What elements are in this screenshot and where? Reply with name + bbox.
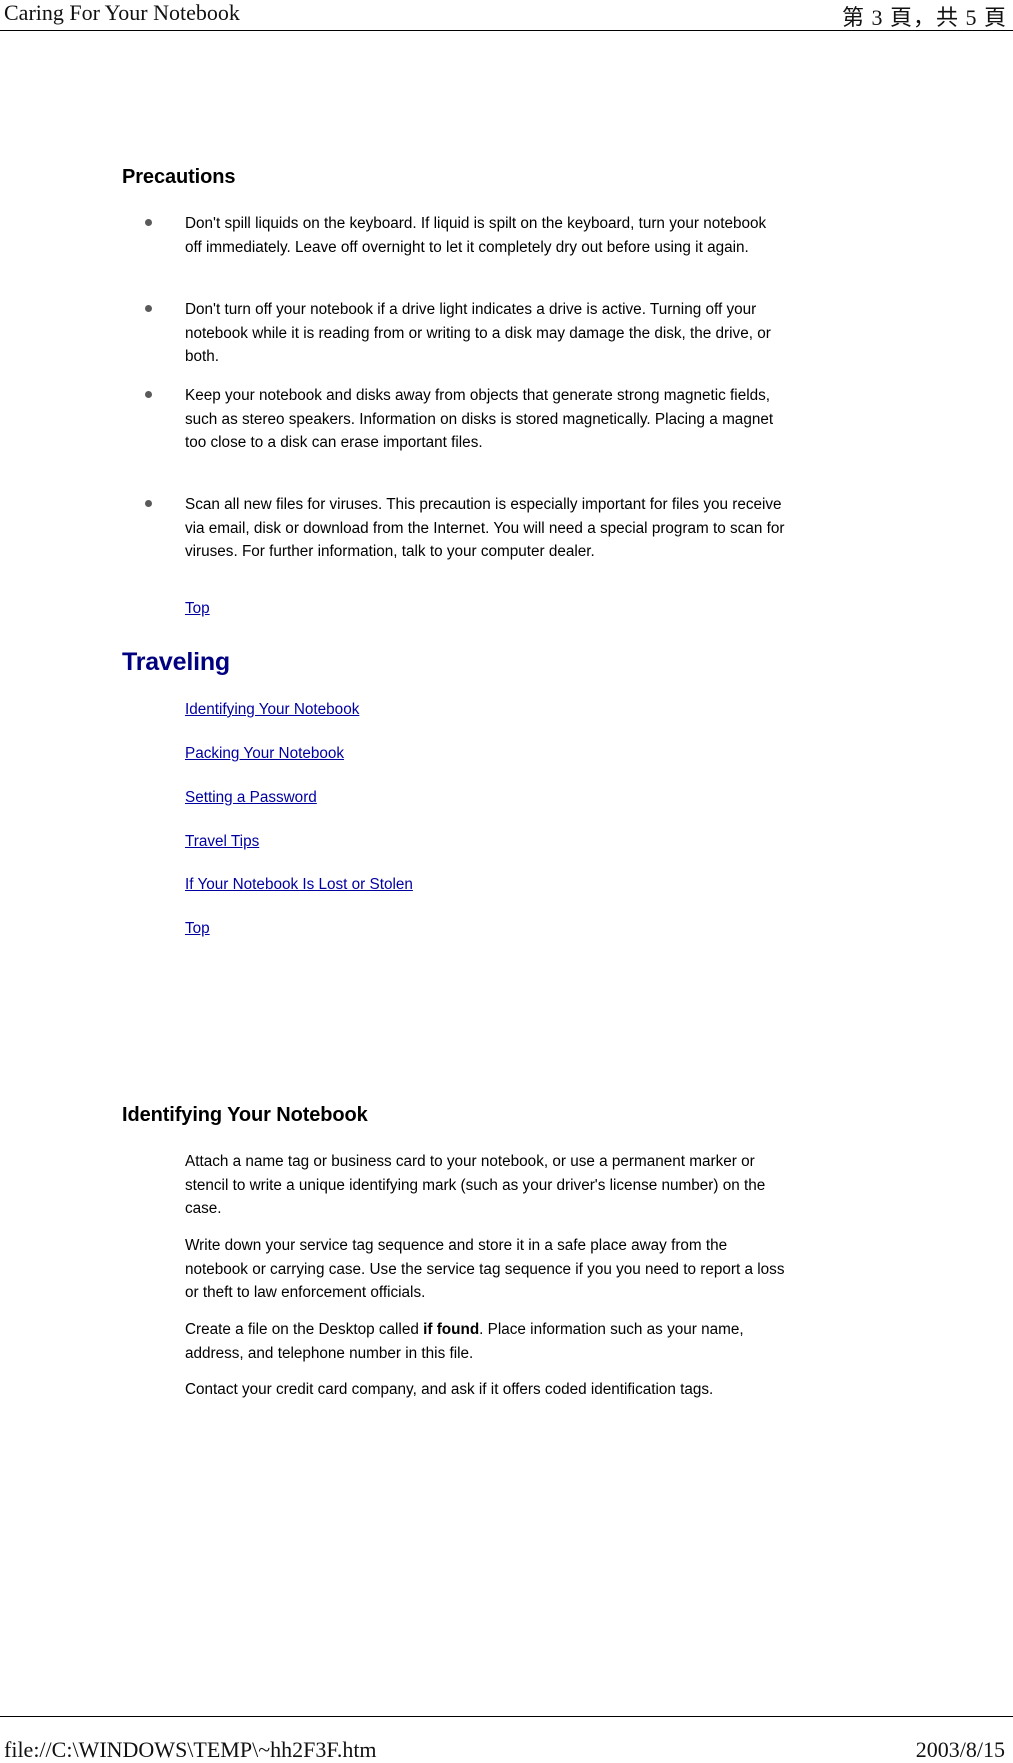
paragraph-text: Contact your credit card company, and as… (185, 1381, 714, 1398)
paragraph-emphasis: if found (423, 1321, 480, 1338)
header-divider (0, 30, 1013, 31)
heading-traveling: Traveling (122, 648, 230, 676)
list-item: Don't turn off your notebook if a drive … (145, 298, 785, 369)
list-item-text: Don't turn off your notebook if a drive … (185, 301, 771, 365)
list-item: Scan all new files for viruses. This pre… (145, 493, 785, 564)
link-if-your-notebook-is-lost-or-stolen[interactable]: If Your Notebook Is Lost or Stolen (185, 874, 413, 896)
paragraph: Attach a name tag or business card to yo… (185, 1150, 785, 1221)
paragraph-text: Attach a name tag or business card to yo… (185, 1153, 766, 1217)
heading-precautions: Precautions (122, 166, 236, 188)
list-item-text: Don't spill liquids on the keyboard. If … (185, 215, 767, 256)
footer-divider (0, 1716, 1013, 1717)
list-item: Don't spill liquids on the keyboard. If … (145, 212, 785, 259)
list-item-text: Scan all new files for viruses. This pre… (185, 496, 785, 560)
heading-identifying-your-notebook: Identifying Your Notebook (122, 1104, 368, 1126)
header-document-title: Caring For Your Notebook (4, 0, 240, 25)
link-top-precautions[interactable]: Top (185, 598, 210, 620)
link-packing-your-notebook[interactable]: Packing Your Notebook (185, 743, 344, 765)
footer-file-path: file://C:\WINDOWS\TEMP\~hh2F3F.htm (4, 1737, 377, 1762)
footer-date: 2003/8/15 (915, 1737, 1005, 1762)
bullet-icon (145, 305, 152, 312)
bullet-icon (145, 500, 152, 507)
list-item-text: Keep your notebook and disks away from o… (185, 387, 774, 451)
page-header: Caring For Your Notebook 第 3 頁，共 5 頁 (0, 0, 1013, 30)
link-setting-a-password[interactable]: Setting a Password (185, 787, 317, 809)
link-identifying-your-notebook[interactable]: Identifying Your Notebook (185, 699, 359, 721)
page-footer: file://C:\WINDOWS\TEMP\~hh2F3F.htm 2003/… (0, 1716, 1013, 1762)
paragraph: Create a file on the Desktop called if f… (185, 1318, 785, 1365)
list-item: Keep your notebook and disks away from o… (145, 384, 785, 455)
paragraph: Write down your service tag sequence and… (185, 1234, 785, 1305)
bullet-icon (145, 391, 152, 398)
header-page-indicator: 第 3 頁，共 5 頁 (841, 5, 1007, 30)
link-travel-tips[interactable]: Travel Tips (185, 831, 259, 853)
bullet-icon (145, 219, 152, 226)
paragraph-text: Write down your service tag sequence and… (185, 1237, 785, 1301)
paragraph: Contact your credit card company, and as… (185, 1378, 785, 1402)
link-top-traveling[interactable]: Top (185, 918, 210, 940)
paragraph-text: Create a file on the Desktop called (185, 1321, 424, 1338)
